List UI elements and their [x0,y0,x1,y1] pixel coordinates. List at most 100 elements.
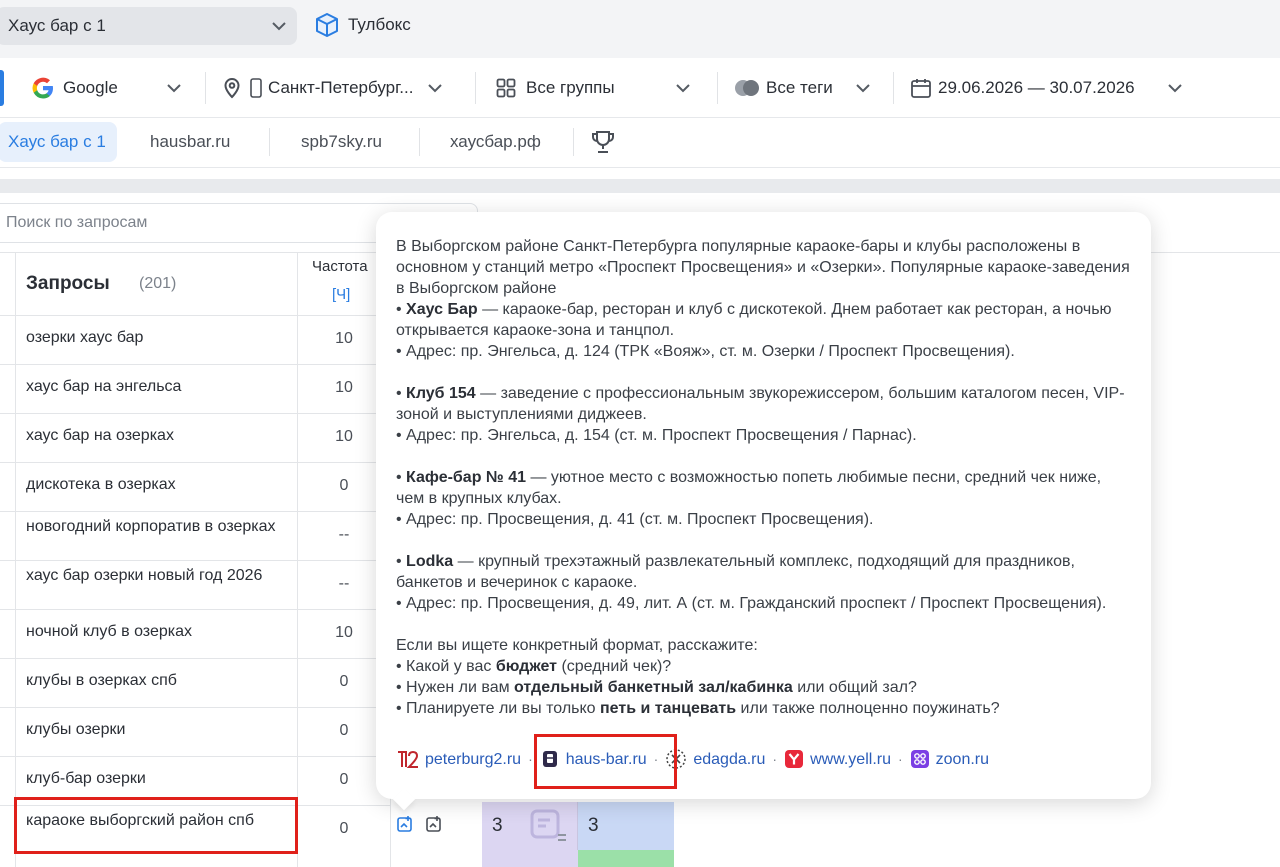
position-cell[interactable]: 3 [578,802,674,850]
question-text: • Какой у вас [396,658,496,675]
toolbox-label: Тулбокс [348,15,411,34]
table-row[interactable]: хаус бар на озерках 10 [0,413,390,462]
frequency-header[interactable]: Частота [312,258,368,275]
region-select[interactable]: Санкт-Петербург... [222,58,445,118]
table-row[interactable]: хаус бар на энгельса 10 [0,364,390,413]
engine-label: Google [63,78,118,97]
source-link-yell[interactable]: www.yell.ru [784,749,891,770]
venue-description: — караоке-бар, ресторан и клуб с дискоте… [396,301,1112,339]
left-accent-marker [0,70,4,106]
grid-icon [496,78,516,98]
query-text[interactable]: хаус бар озерки новый год 2026 [26,568,286,584]
zoon-logo-icon [910,750,929,768]
venue-address: • Адрес: пр. Энгельса, д. 124 (ТРК «Вояж… [396,343,1015,360]
tab-spb7sky-ru[interactable]: spb7sky.ru [291,122,392,162]
chevron-down-icon [428,84,443,93]
separator-dot: · [897,750,903,767]
chevron-down-icon [167,84,181,93]
venue-club-154: • Клуб 154 — заведение с профессиональны… [396,385,1125,444]
frequency-value: 0 [339,820,349,837]
query-text[interactable]: дискотека в озерках [26,477,286,493]
tab-trophy[interactable] [580,122,626,162]
search-placeholder: Поиск по запросам [6,214,148,231]
table-row[interactable]: дискотека в озерках 0 [0,462,390,511]
date-range-select[interactable]: 29.06.2026 — 30.07.2026 [910,58,1185,118]
project-bar: Хаус бар с 1 Тулбокс [0,0,1280,58]
groups-label: Все группы [526,78,615,97]
query-text[interactable]: клуб-бар озерки [26,771,286,787]
groups-select[interactable]: Все группы [496,58,693,118]
table-row[interactable]: озерки хаус бар 10 [0,315,390,364]
query-text[interactable]: ночной клуб в озерках [26,624,286,640]
location-pin-icon [224,77,240,99]
followup-intro: Если вы ищете конкретный формат, расскаж… [396,637,758,654]
source-link-zoon[interactable]: zoon.ru [910,749,989,770]
query-text[interactable]: хаус бар на энгельса [26,379,286,395]
table-row[interactable]: ночной клуб в озерках 10 [0,609,390,658]
position-cell[interactable] [482,850,578,867]
followup-questions: Если вы ищете конкретный формат, расскаж… [396,635,1132,719]
yell-logo-icon [785,750,804,768]
venue-cafe-bar-41: • Кафе-бар № 41 — уютное место с возможн… [396,469,1102,528]
divider [269,128,270,156]
venue-description: — заведение с профессиональным звукорежи… [396,385,1125,423]
source-links: peterburg2.ru · haus-bar.ru · edagda.ru … [397,748,989,770]
tab-hausbar-rf[interactable]: хаусбар.рф [440,122,551,162]
query-text[interactable]: озерки хаус бар [26,330,286,346]
venue-name: Клуб 154 [406,385,476,402]
queries-header[interactable]: Запросы [26,273,110,295]
project-select[interactable]: Хаус бар с 1 [0,7,297,45]
calendar-icon [911,79,931,98]
table-row[interactable]: хаус бар озерки новый год 2026 -- [0,560,390,609]
query-text[interactable]: клубы озерки [26,722,286,738]
question-emphasis: отдельный банкетный зал/кабинка [514,679,793,696]
cube-icon [316,13,338,37]
google-icon [32,77,53,99]
venue-name: Хаус Бар [406,301,478,318]
section-divider [0,179,1280,193]
date-range-label: 29.06.2026 — 30.07.2026 [938,78,1135,97]
tags-select[interactable]: Все теги [734,58,873,118]
query-text[interactable]: хаус бар на озерках [26,428,286,444]
tags-toggle-icon [735,80,759,96]
project-select-label: Хаус бар с 1 [8,16,106,35]
chevron-down-icon [1167,84,1182,93]
divider [893,72,894,104]
venue-name: Кафе-бар № 41 [406,469,526,486]
ai-answer-popover: В Выборгском районе Санкт-Петербурга поп… [376,212,1151,811]
highlight-box [534,734,677,789]
filter-bar: Google Санкт-Петербург... Все группы Все… [0,58,1280,118]
add-to-group-icon[interactable] [396,815,414,838]
queries-count: (201) [139,275,177,292]
edit-query-icon[interactable] [425,815,443,838]
source-label: edagda.ru [693,750,766,768]
engine-select[interactable]: Google [30,58,184,118]
divider [717,72,718,104]
tab-haus-bar[interactable]: Хаус бар с 1 [0,122,117,162]
divider [573,128,574,156]
chevron-down-icon [856,84,870,93]
position-cell[interactable]: 3 [482,802,578,850]
question-text: (средний чек)? [557,658,672,675]
source-label: peterburg2.ru [425,750,522,768]
position-value: 3 [588,815,599,836]
table-row[interactable]: клубы озерки 0 [0,707,390,756]
source-link-peterburg2[interactable]: peterburg2.ru [397,749,521,770]
position-cell[interactable] [578,850,674,867]
answer-intro: В Выборгском районе Санкт-Петербурга поп… [396,238,1130,297]
table-row[interactable]: новогодний корпоратив в озерках -- [0,511,390,560]
tab-hausbar-ru[interactable]: hausbar.ru [140,122,240,162]
table-row[interactable]: клубы в озерках спб 0 [0,658,390,707]
venue-address: • Адрес: пр. Просвещения, д. 41 (ст. м. … [396,511,874,528]
tags-label: Все теги [766,78,833,97]
venue-address: • Адрес: пр. Просвещения, д. 49, лит. А … [396,595,1107,612]
chevron-down-icon [272,22,286,31]
query-text[interactable]: клубы в озерках спб [26,673,286,689]
source-link-edagda[interactable]: edagda.ru [665,748,765,770]
toolbox-button[interactable]: Тулбокс [314,12,411,38]
frequency-subheader[interactable]: [Ч] [332,286,350,303]
divider [419,128,420,156]
query-text[interactable]: новогодний корпоратив в озерках [26,519,286,535]
question-text: или общий зал? [792,679,917,696]
question-text: • Нужен ли вам [396,679,515,696]
